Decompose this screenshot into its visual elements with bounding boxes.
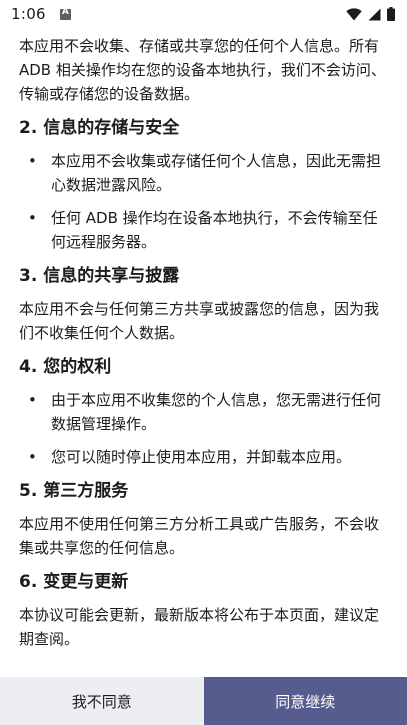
section-4-heading: 4. 您的权利 [19,357,112,377]
bullet-dot: • [28,391,37,409]
bullet-text: 您可以随时停止使用本应用，并卸载本应用。 [51,448,352,466]
status-bar: 1:06 [0,0,407,28]
section-3-heading: 3. 信息的共享与披露 [19,266,180,286]
bullet-text: 由于本应用不收集您的个人信息，您无需进行任何数据管理操作。 [51,391,382,433]
status-icons [346,7,395,21]
agree-button[interactable]: 同意继续 [203,677,407,725]
section-5-text: 本应用不使用任何第三方分析工具或广告服务，不会收集或共享您的任何信息。 [19,515,380,557]
list-item: • 您可以随时停止使用本应用，并卸载本应用。 [19,445,389,469]
section-2-heading: 2. 信息的存储与安全 [19,118,180,138]
bullet-text: 本应用不会收集或存储任何个人信息，因此无需担心数据泄露风险。 [51,152,382,194]
consent-bar: 我不同意 同意继续 [0,677,407,725]
list-item: • 本应用不会收集或存储任何个人信息，因此无需担心数据泄露风险。 [19,149,389,197]
bullet-dot: • [28,448,37,466]
bullet-text: 任何 ADB 操作均在设备本地执行，不会传输至任何远程服务器。 [51,209,378,251]
section-3-text: 本应用不会与任何第三方共享或披露您的信息，因为我们不收集任何个人数据。 [19,300,380,342]
bullet-dot: • [28,152,37,170]
list-item: • 任何 ADB 操作均在设备本地执行，不会传输至任何远程服务器。 [19,206,389,254]
intro-paragraph: 本应用不会收集、存储或共享您的任何个人信息。所有 ADB 相关操作均在您的设备本… [19,37,386,103]
privacy-content: 本应用不会收集、存储或共享您的任何个人信息。所有 ADB 相关操作均在您的设备本… [19,34,389,660]
cellular-signal-icon [368,8,381,20]
disagree-button[interactable]: 我不同意 [0,677,204,725]
wifi-icon [346,7,362,21]
section-6-heading: 6. 变更与更新 [19,572,129,592]
bullet-dot: • [28,209,37,227]
section-5-heading: 5. 第三方服务 [19,481,129,501]
battery-icon [387,7,395,21]
section-6-text: 本协议可能会更新，最新版本将公布于本页面，建议定期查阅。 [19,606,380,648]
a-badge-icon [59,7,71,20]
list-item: • 由于本应用不收集您的个人信息，您无需进行任何数据管理操作。 [19,388,389,436]
status-time: 1:06 [11,5,46,23]
